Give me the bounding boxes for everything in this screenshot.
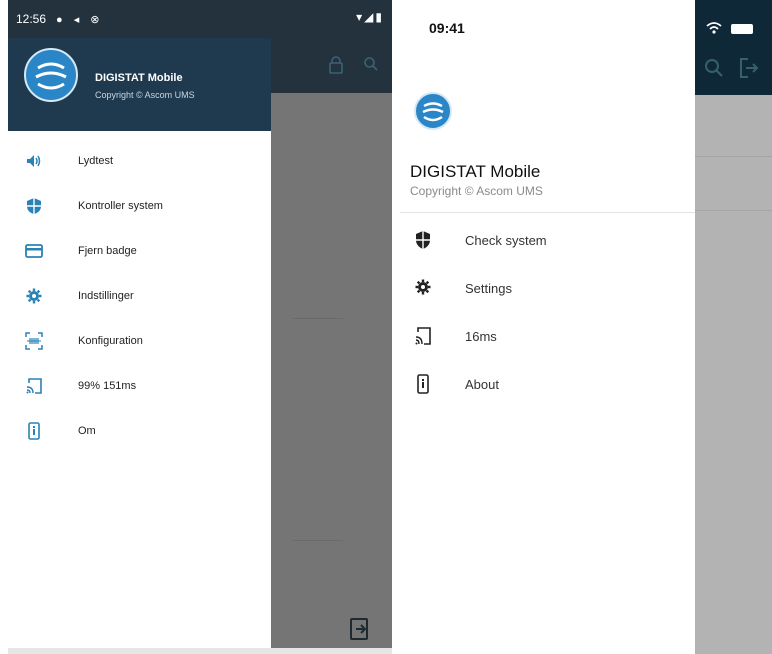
android-screen: 12:56 ● ◂ ⊗ DIGISTAT Mobile Copyright © … bbox=[8, 0, 392, 654]
lock-icon[interactable] bbox=[328, 56, 346, 74]
app-title: DIGISTAT Mobile bbox=[95, 72, 183, 84]
menu-item-settings[interactable]: Settings bbox=[400, 266, 695, 314]
menu-item-connection-status[interactable]: 16ms bbox=[400, 314, 695, 362]
speaker-icon bbox=[25, 152, 43, 170]
menu-item-label: Check system bbox=[465, 233, 547, 248]
menu-item-settings[interactable]: Indstillinger bbox=[8, 275, 271, 320]
drawer-menu: Lydtest Kontroller system Fjern badge In… bbox=[8, 140, 271, 455]
menu-item-configuration[interactable]: Konfiguration bbox=[8, 320, 271, 365]
gear-icon bbox=[25, 287, 43, 305]
status-time: 09:41 bbox=[429, 20, 465, 36]
notification-icons: ● ◂ ⊗ bbox=[56, 13, 104, 26]
menu-item-label: Fjern badge bbox=[78, 245, 137, 257]
status-bar-right: ▾◢▮ bbox=[271, 0, 392, 38]
bottom-edge bbox=[8, 648, 392, 654]
menu-item-label: Lydtest bbox=[78, 155, 114, 167]
menu-item-label: Indstillinger bbox=[78, 290, 134, 302]
barcode-scan-icon bbox=[25, 332, 43, 350]
scrim-area bbox=[695, 0, 772, 654]
menu-item-label: Om bbox=[78, 425, 96, 437]
menu-item-label: Settings bbox=[465, 281, 512, 296]
menu-item-label: About bbox=[465, 377, 499, 392]
menu-item-sound-test[interactable]: Lydtest bbox=[8, 140, 271, 185]
app-bar bbox=[271, 38, 392, 93]
menu-item-check-system[interactable]: Kontroller system bbox=[8, 185, 271, 230]
list-divider bbox=[695, 156, 772, 157]
phone-info-icon bbox=[414, 374, 432, 394]
gear-icon bbox=[414, 278, 432, 298]
drawer-menu: Check system Settings 16ms About bbox=[400, 218, 695, 410]
navigation-drawer: 09:41 DIGISTAT Mobile Copyright © Ascom … bbox=[400, 0, 695, 654]
navigation-drawer: 12:56 ● ◂ ⊗ DIGISTAT Mobile Copyright © … bbox=[8, 0, 392, 654]
exit-icon bbox=[350, 618, 368, 640]
cast-icon bbox=[414, 326, 432, 346]
header-divider bbox=[400, 212, 695, 213]
list-divider bbox=[293, 318, 343, 319]
shield-icon bbox=[414, 230, 432, 250]
copyright-text: Copyright © Ascom UMS bbox=[95, 90, 195, 100]
copyright-text: Copyright © Ascom UMS bbox=[410, 184, 543, 198]
wifi-battery-icons bbox=[705, 20, 765, 36]
list-divider bbox=[695, 210, 772, 211]
menu-item-remove-badge[interactable]: Fjern badge bbox=[8, 230, 271, 275]
app-title: DIGISTAT Mobile bbox=[410, 162, 541, 181]
badge-card-icon bbox=[25, 242, 43, 260]
logout-button[interactable] bbox=[738, 57, 760, 79]
cast-icon bbox=[25, 377, 43, 395]
menu-item-about[interactable]: Om bbox=[8, 410, 271, 455]
search-icon[interactable] bbox=[363, 56, 381, 74]
app-logo bbox=[414, 92, 452, 130]
phone-info-icon bbox=[25, 422, 43, 440]
logout-button[interactable] bbox=[350, 618, 370, 640]
menu-item-label: Kontroller system bbox=[78, 200, 163, 212]
status-time: 12:56 bbox=[16, 12, 47, 26]
exit-icon bbox=[740, 58, 759, 78]
menu-item-label: 16ms bbox=[465, 329, 497, 344]
search-icon[interactable] bbox=[704, 58, 724, 78]
ios-app-bar bbox=[695, 0, 772, 95]
menu-item-check-system[interactable]: Check system bbox=[400, 218, 695, 266]
drawer-header: DIGISTAT Mobile Copyright © Ascom UMS bbox=[8, 38, 271, 131]
shield-icon bbox=[25, 197, 43, 215]
menu-item-label: Konfiguration bbox=[78, 335, 143, 347]
app-logo bbox=[24, 48, 78, 102]
list-divider bbox=[293, 540, 343, 541]
menu-item-label: 99% 151ms bbox=[78, 380, 137, 392]
menu-item-about[interactable]: About bbox=[400, 362, 695, 410]
menu-item-connection-status[interactable]: 99% 151ms bbox=[8, 365, 271, 410]
ios-screen: 09:41 DIGISTAT Mobile Copyright © Ascom … bbox=[400, 0, 772, 654]
signal-battery-icons: ▾◢▮ bbox=[356, 10, 384, 24]
